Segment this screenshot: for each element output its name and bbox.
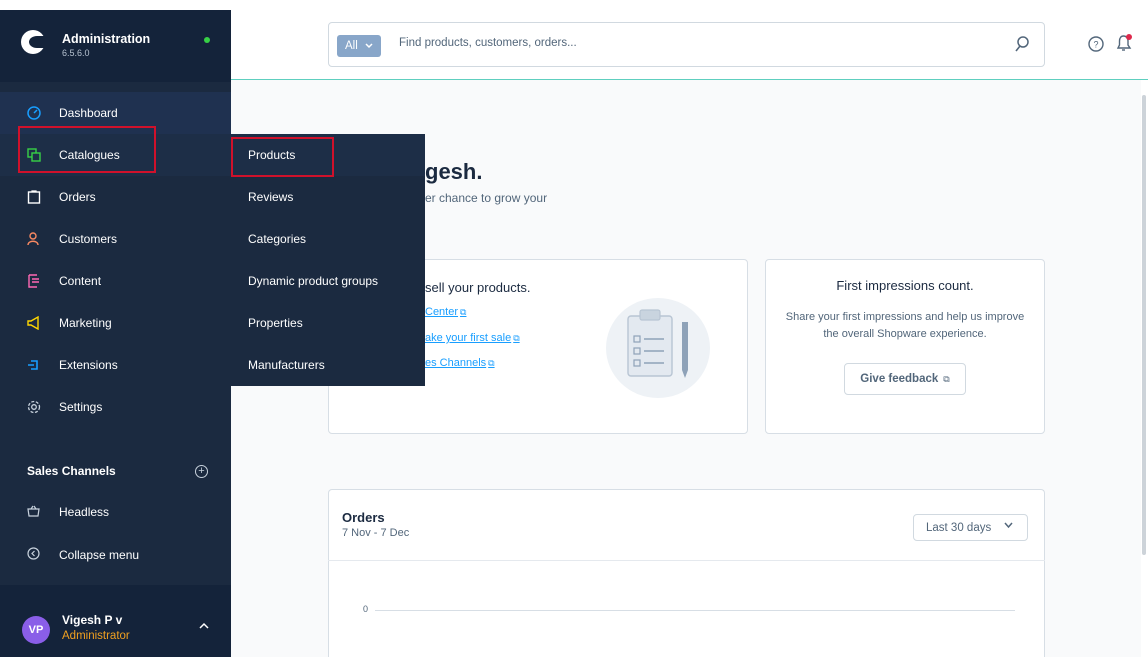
notification-bell-icon[interactable] bbox=[1115, 33, 1133, 53]
search-type-label: All bbox=[345, 40, 358, 52]
button-label: Give feedback bbox=[860, 373, 939, 385]
sales-channels-title: Sales Channels bbox=[27, 464, 116, 478]
scrollbar-thumb[interactable] bbox=[1142, 95, 1146, 555]
dashboard-icon bbox=[27, 106, 41, 120]
settings-icon bbox=[27, 400, 41, 414]
nav-label: Customers bbox=[59, 232, 118, 246]
search-icon[interactable] bbox=[1014, 34, 1032, 54]
orders-icon bbox=[27, 190, 41, 204]
link-text: Center bbox=[425, 306, 459, 318]
nav-label: Dashboard bbox=[59, 106, 118, 120]
help-icon[interactable]: ? bbox=[1088, 36, 1104, 52]
chevron-down-icon bbox=[1004, 521, 1013, 531]
nav-item-orders[interactable]: Orders bbox=[0, 176, 231, 218]
user-name: Vigesh P v bbox=[62, 613, 123, 627]
chevron-up-icon[interactable] bbox=[199, 621, 209, 632]
user-role: Administrator bbox=[62, 630, 130, 642]
flyout-item-manufacturers[interactable]: Manufacturers bbox=[231, 344, 425, 386]
nav-item-content[interactable]: Content bbox=[0, 260, 231, 302]
first-sale-link[interactable]: ake your first sale ⧉ bbox=[425, 332, 520, 344]
search-type-select[interactable]: All bbox=[337, 35, 381, 57]
search-input[interactable] bbox=[399, 37, 999, 49]
collapse-menu-label: Collapse menu bbox=[59, 548, 140, 562]
global-search: All bbox=[328, 22, 1045, 67]
chevron-left-circle-icon bbox=[27, 547, 41, 563]
give-feedback-button[interactable]: Give feedback ⧉ bbox=[844, 363, 966, 395]
status-dot-icon bbox=[204, 37, 210, 43]
shopware-logo-icon[interactable] bbox=[21, 30, 45, 54]
sales-channel-headless[interactable]: Headless bbox=[27, 502, 109, 522]
flyout-item-categories[interactable]: Categories bbox=[231, 218, 425, 260]
user-menu[interactable]: VP Vigesh P v Administrator bbox=[0, 585, 231, 657]
extensions-icon bbox=[27, 358, 41, 372]
nav-label: Settings bbox=[59, 400, 103, 414]
nav-item-customers[interactable]: Customers bbox=[0, 218, 231, 260]
flyout-item-properties[interactable]: Properties bbox=[231, 302, 425, 344]
chart-axis-label: 0 bbox=[363, 604, 369, 614]
orders-title: Orders bbox=[342, 510, 385, 525]
sidebar-header: Administration 6.5.6.0 bbox=[0, 10, 231, 82]
sidebar: Administration 6.5.6.0 Dashboard Catalog… bbox=[0, 10, 231, 657]
nav-item-settings[interactable]: Settings bbox=[0, 386, 231, 428]
period-value: Last 30 days bbox=[926, 521, 992, 534]
external-link-icon: ⧉ bbox=[943, 373, 950, 384]
app-title: Administration bbox=[62, 32, 151, 46]
flyout-item-reviews[interactable]: Reviews bbox=[231, 176, 425, 218]
feedback-text: Share your first impressions and help us… bbox=[785, 311, 1025, 340]
link-text: es Channels bbox=[425, 357, 487, 369]
nav-label: Marketing bbox=[59, 316, 112, 330]
svg-text:?: ? bbox=[1093, 40, 1098, 50]
basket-icon bbox=[27, 505, 41, 520]
chevron-down-icon bbox=[365, 42, 373, 51]
page-subtitle: er chance to grow your bbox=[425, 191, 548, 205]
clipboard-illustration-icon bbox=[600, 292, 712, 400]
sales-channel-label: Headless bbox=[59, 505, 110, 519]
collapse-menu-button[interactable]: Collapse menu bbox=[27, 545, 139, 565]
chart-axis-line bbox=[375, 610, 1015, 611]
nav-label: Content bbox=[59, 274, 102, 288]
external-link-icon: ⧉ bbox=[513, 333, 520, 343]
marketing-icon bbox=[27, 316, 41, 330]
content-icon bbox=[27, 274, 41, 288]
sales-channels-link[interactable]: es Channels ⧉ bbox=[425, 357, 495, 369]
feedback-title: First impressions count. bbox=[836, 278, 974, 293]
help-center-link[interactable]: Center ⧉ bbox=[425, 306, 466, 318]
catalogues-highlight bbox=[18, 126, 156, 173]
add-sales-channel-icon[interactable]: + bbox=[195, 465, 208, 478]
nav-label: Orders bbox=[59, 190, 96, 204]
link-text: ake your first sale bbox=[425, 332, 512, 344]
period-select[interactable]: Last 30 days bbox=[913, 514, 1028, 541]
nav-item-extensions[interactable]: Extensions bbox=[0, 344, 231, 386]
external-link-icon: ⧉ bbox=[460, 307, 467, 317]
page-title: gesh. bbox=[425, 159, 483, 184]
app-version: 6.5.6.0 bbox=[62, 48, 90, 58]
products-highlight bbox=[231, 137, 334, 177]
nav-item-marketing[interactable]: Marketing bbox=[0, 302, 231, 344]
external-link-icon: ⧉ bbox=[488, 358, 495, 368]
customers-icon bbox=[27, 232, 41, 246]
sell-products-title: sell your products. bbox=[425, 280, 531, 295]
flyout-item-dynamic-product-groups[interactable]: Dynamic product groups bbox=[231, 260, 425, 302]
avatar: VP bbox=[22, 616, 50, 644]
orders-divider bbox=[328, 560, 1045, 561]
orders-date-range: 7 Nov - 7 Dec bbox=[342, 527, 410, 539]
nav-label: Extensions bbox=[59, 358, 118, 372]
